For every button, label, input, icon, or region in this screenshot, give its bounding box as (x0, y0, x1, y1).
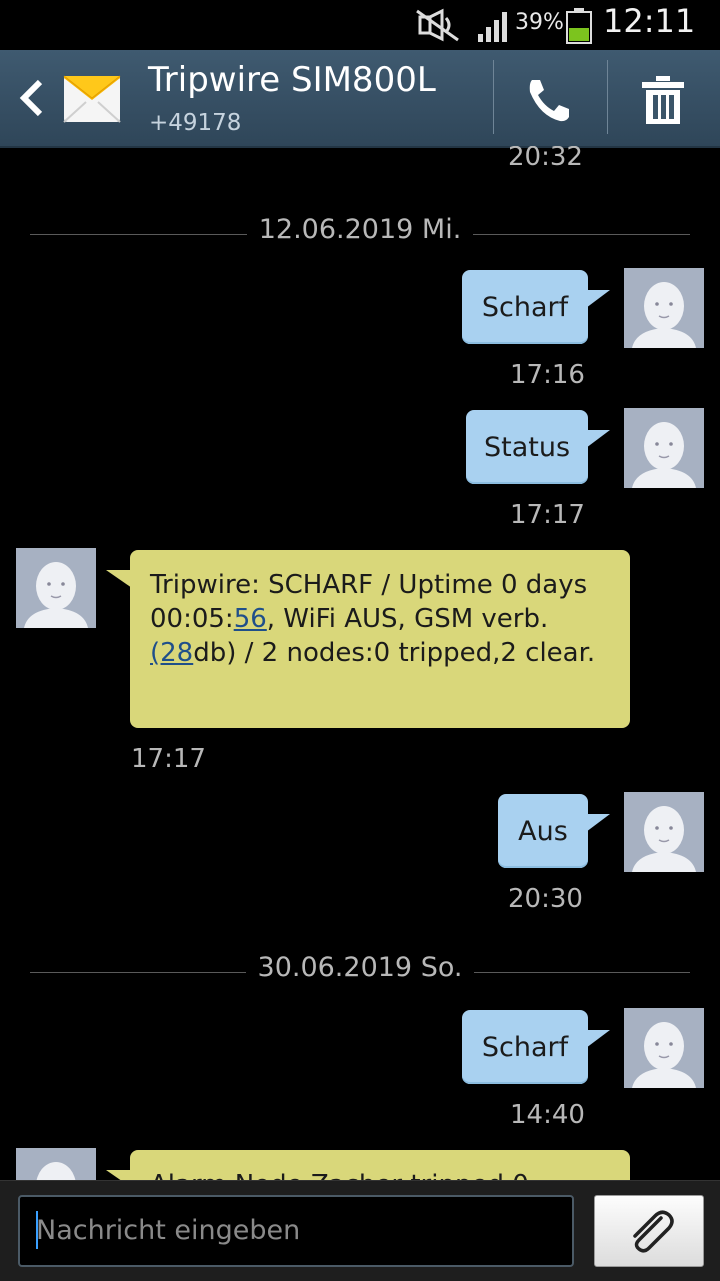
date-label: 12.06.2019 Mi. (246, 214, 474, 245)
message-text-part: , WiFi AUS, GSM verb. (266, 604, 549, 634)
incoming-message-bubble[interactable]: Tripwire: SCHARF / Uptime 0 days 00:05:5… (106, 550, 630, 728)
avatar[interactable] (624, 268, 704, 348)
message-text: Scharf (481, 291, 569, 323)
mute-icon (416, 8, 459, 42)
incoming-message-bubble[interactable]: Alarm Node Zacher tripped 0 (106, 1150, 630, 1180)
date-separator: 30.06.2019 So. (30, 952, 690, 992)
message-text: Scharf (481, 1031, 569, 1063)
message-time: 17:16 (510, 360, 585, 390)
message-time: 14:40 (510, 1100, 585, 1130)
message-time: 20:30 (508, 884, 583, 914)
signal-icon (478, 12, 507, 42)
message-time: 17:17 (510, 500, 585, 530)
message-input-placeholder: Nachricht eingeben (36, 1215, 301, 1246)
outgoing-message-bubble[interactable]: Scharf (462, 1010, 610, 1084)
message-link[interactable]: (28 (150, 638, 193, 668)
paperclip-icon (633, 1210, 674, 1253)
avatar[interactable] (624, 408, 704, 488)
date-label: 30.06.2019 So. (245, 952, 475, 983)
message-time: 17:17 (131, 744, 206, 774)
conversation-header: Tripwire SIM800L +49178 (0, 50, 720, 148)
message-link[interactable]: 56 (234, 604, 267, 634)
contact-number: +49178 (149, 110, 242, 136)
battery-percent: 39% (515, 10, 564, 35)
outgoing-message-bubble[interactable]: Scharf (462, 270, 610, 344)
message-text: Status (483, 431, 571, 463)
messages-icon[interactable] (60, 68, 124, 128)
status-bar: 39% 12:11 (0, 0, 720, 50)
text-cursor (36, 1211, 38, 1249)
contact-name: Tripwire SIM800L (148, 60, 436, 100)
avatar[interactable] (16, 1148, 96, 1180)
avatar[interactable] (16, 548, 96, 628)
header-divider (493, 60, 494, 134)
call-icon[interactable] (520, 74, 576, 126)
clock: 12:11 (603, 2, 696, 40)
battery-icon (566, 8, 592, 44)
avatar[interactable] (624, 1008, 704, 1088)
header-divider (607, 60, 608, 134)
message-text: Alarm Node Zacher tripped 0 (150, 1170, 529, 1180)
trash-icon[interactable] (636, 74, 690, 126)
message-text-part: db) / 2 nodes:0 tripped,2 clear. (193, 638, 596, 668)
back-icon[interactable] (10, 70, 50, 126)
outgoing-message-bubble[interactable]: Status (466, 410, 610, 484)
outgoing-message-bubble[interactable]: Aus (498, 794, 610, 868)
message-list[interactable]: 20:32 12.06.2019 Mi. Scharf 17:16 Status… (0, 146, 720, 1180)
message-time: 20:32 (508, 146, 583, 172)
avatar[interactable] (624, 792, 704, 872)
date-separator: 12.06.2019 Mi. (30, 214, 690, 254)
message-input[interactable]: Nachricht eingeben (18, 1195, 574, 1267)
attach-button[interactable] (594, 1195, 704, 1267)
compose-bar: Nachricht eingeben (0, 1180, 720, 1281)
message-text: Aus (518, 815, 568, 847)
